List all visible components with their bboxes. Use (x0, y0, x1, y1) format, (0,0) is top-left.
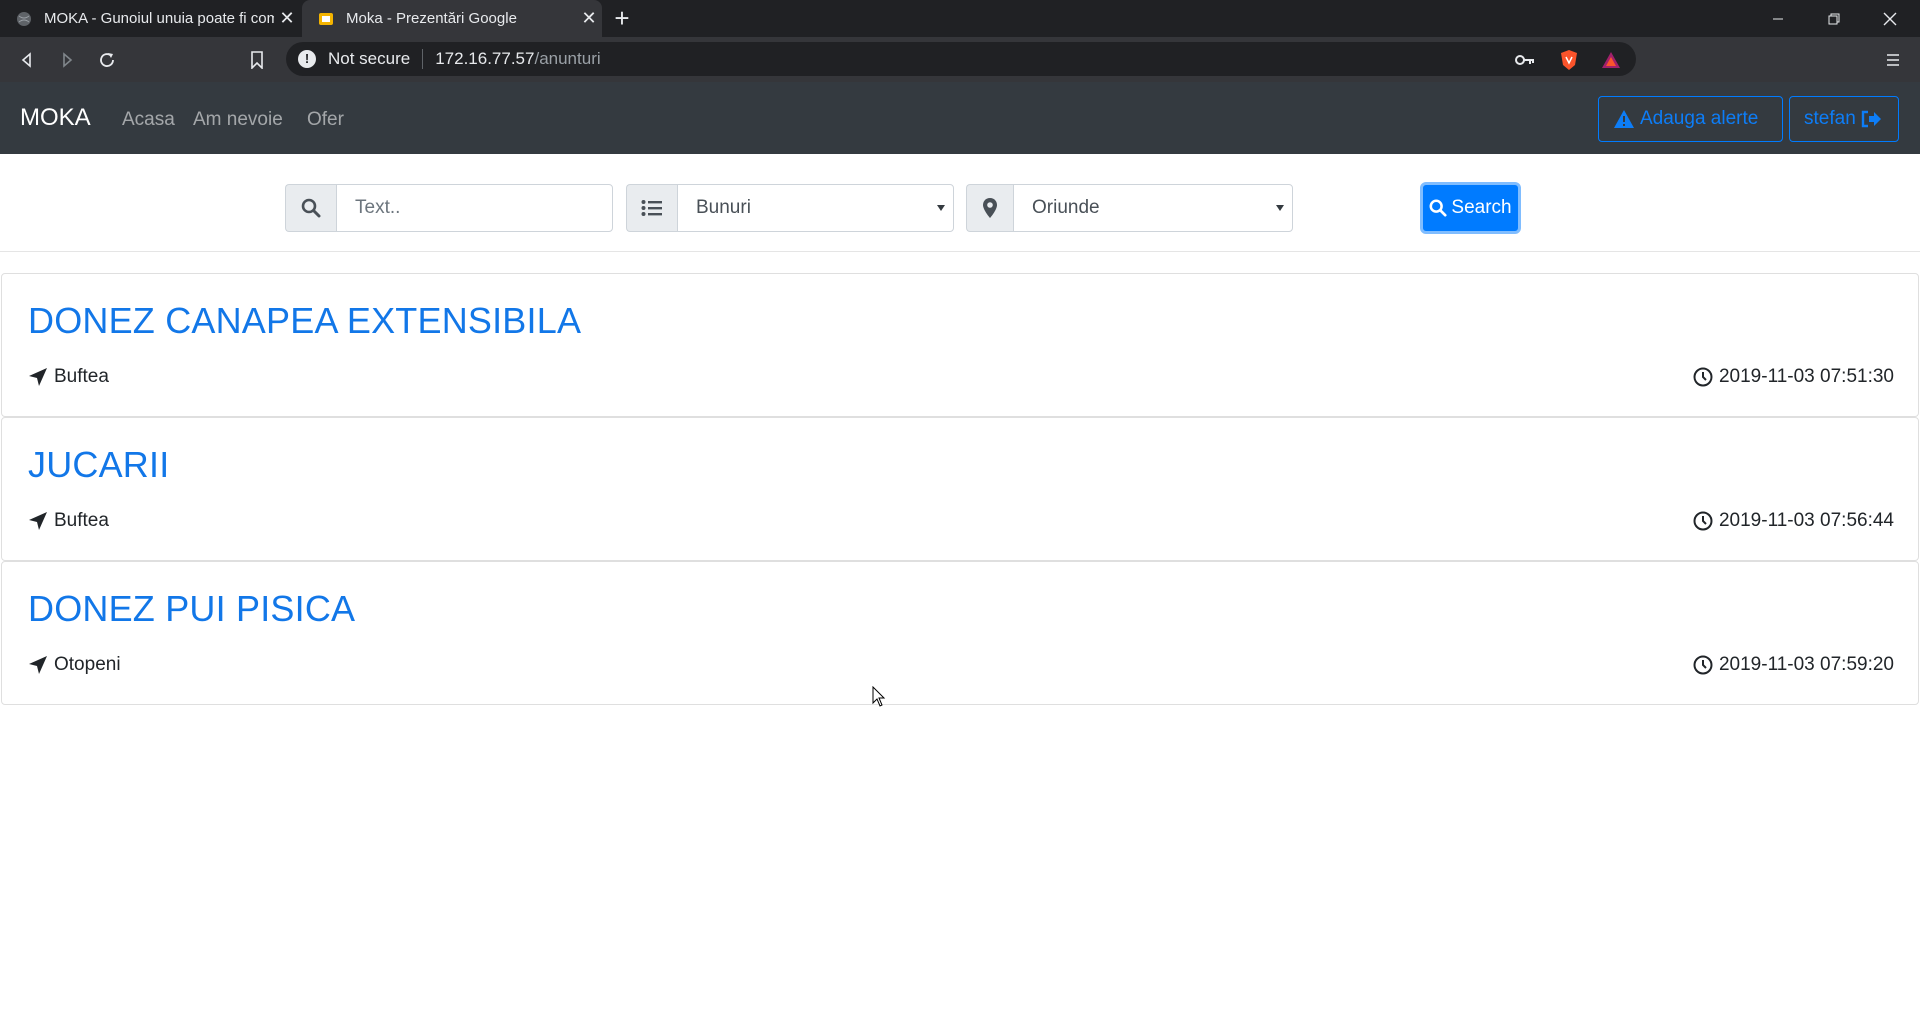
clock-icon (1693, 655, 1713, 675)
location-arrow-icon (29, 368, 47, 386)
search-filters: Text.. Bunuri Oriunde Search (0, 154, 1920, 252)
restore-icon[interactable] (1806, 0, 1862, 37)
warning-icon (1614, 110, 1634, 128)
tab-close-icon[interactable]: ✕ (576, 8, 602, 29)
nav-link-ofer[interactable]: Ofer (307, 109, 344, 131)
listing-title[interactable]: JUCARII (28, 444, 169, 486)
search-button[interactable]: Search (1420, 182, 1521, 234)
listing-time-label: 2019-11-03 07:59:20 (1718, 654, 1894, 675)
category-group: Bunuri (626, 184, 954, 232)
search-icon (285, 184, 336, 232)
sign-out-icon (1861, 110, 1881, 128)
listing-location-label: Buftea (54, 510, 109, 531)
search-button-label: Search (1451, 197, 1512, 218)
info-icon[interactable]: ! (298, 50, 316, 68)
listing-location: Buftea (28, 510, 109, 532)
chevron-down-icon (937, 205, 945, 211)
url-path: /anunturi (534, 49, 601, 68)
location-value: Oriunde (1032, 197, 1100, 218)
text-search-group: Text.. (285, 184, 613, 232)
listing-time-label: 2019-11-03 07:56:44 (1718, 510, 1894, 531)
clock-icon (1693, 511, 1713, 531)
listing-timestamp: 2019-11-03 07:51:30 (1693, 366, 1894, 388)
bookmark-icon[interactable] (242, 45, 272, 75)
security-label: Not secure (328, 49, 411, 68)
browser-tab-strip: MOKA - Gunoiul unuia poate fi comoara al… (0, 0, 1920, 37)
listing-timestamp: 2019-11-03 07:59:20 (1693, 654, 1894, 676)
user-logout-button[interactable]: stefan (1789, 96, 1899, 142)
listing-card: JUCARII Buftea 2019-11-03 07:56:44 (1, 417, 1919, 561)
listing-location-label: Otopeni (54, 654, 121, 675)
map-marker-icon (966, 184, 1013, 232)
listing-title[interactable]: DONEZ PUI PISICA (28, 588, 355, 630)
listing-location: Otopeni (28, 654, 121, 676)
listing-location: Buftea (28, 366, 109, 388)
listing-location-label: Buftea (54, 366, 109, 387)
brand-logo[interactable]: MOKA (20, 104, 91, 132)
mouse-cursor-icon (872, 686, 886, 707)
listing-card: DONEZ CANAPEA EXTENSIBILA Buftea 2019-11… (1, 273, 1919, 417)
close-window-icon[interactable] (1862, 0, 1918, 37)
globe-icon (17, 11, 31, 26)
google-slides-icon (319, 12, 333, 25)
add-alerts-button[interactable]: Adauga alerte (1598, 96, 1783, 142)
brave-shield-icon[interactable] (1554, 45, 1584, 75)
site-navbar: MOKA Acasa Am nevoie Ofer Adauga alerte … (0, 82, 1920, 154)
clock-icon (1693, 367, 1713, 387)
search-text-input[interactable]: Text.. (336, 184, 613, 232)
address-bar[interactable]: ! Not secure 172.16.77.57 /anunturi (286, 42, 1636, 76)
search-icon (1429, 199, 1447, 217)
url-host: 172.16.77.57 (435, 49, 535, 68)
category-select[interactable]: Bunuri (677, 184, 954, 232)
location-arrow-icon (29, 656, 47, 674)
listing-card: DONEZ PUI PISICA Otopeni 2019-11-03 07:5… (1, 561, 1919, 705)
list-icon (626, 184, 677, 232)
divider (422, 49, 424, 69)
location-group: Oriunde (966, 184, 1293, 232)
key-icon[interactable] (1510, 45, 1540, 75)
add-alerts-label: Adauga alerte (1640, 108, 1759, 129)
location-select[interactable]: Oriunde (1013, 184, 1293, 232)
reload-icon[interactable] (92, 45, 122, 75)
chevron-down-icon (1276, 205, 1284, 211)
forward-icon[interactable] (52, 45, 82, 75)
nav-link-acasa[interactable]: Acasa (122, 109, 175, 131)
username-label: stefan (1804, 108, 1856, 129)
listing-title[interactable]: DONEZ CANAPEA EXTENSIBILA (28, 300, 581, 342)
category-value: Bunuri (696, 197, 751, 218)
tab-title: MOKA - Gunoiul unuia poate fi comoara al… (44, 10, 274, 27)
browser-menu-icon[interactable] (1878, 45, 1908, 75)
minimize-icon[interactable] (1750, 0, 1806, 37)
location-arrow-icon (29, 512, 47, 530)
tab-close-icon[interactable]: ✕ (274, 8, 300, 29)
browser-tab-moka[interactable]: MOKA - Gunoiul unuia poate fi comoara al… (0, 0, 300, 37)
browser-tab-slides[interactable]: Moka - Prezentări Google ✕ (302, 0, 602, 37)
browser-toolbar: ! Not secure 172.16.77.57 /anunturi (0, 37, 1920, 82)
listing-time-label: 2019-11-03 07:51:30 (1718, 366, 1894, 387)
listing-timestamp: 2019-11-03 07:56:44 (1693, 510, 1894, 532)
new-tab-plus-icon[interactable]: + (608, 4, 636, 32)
nav-link-am-nevoie[interactable]: Am nevoie (193, 109, 283, 131)
brave-rewards-icon[interactable] (1596, 45, 1626, 75)
back-icon[interactable] (12, 45, 42, 75)
tab-title: Moka - Prezentări Google (346, 10, 517, 27)
